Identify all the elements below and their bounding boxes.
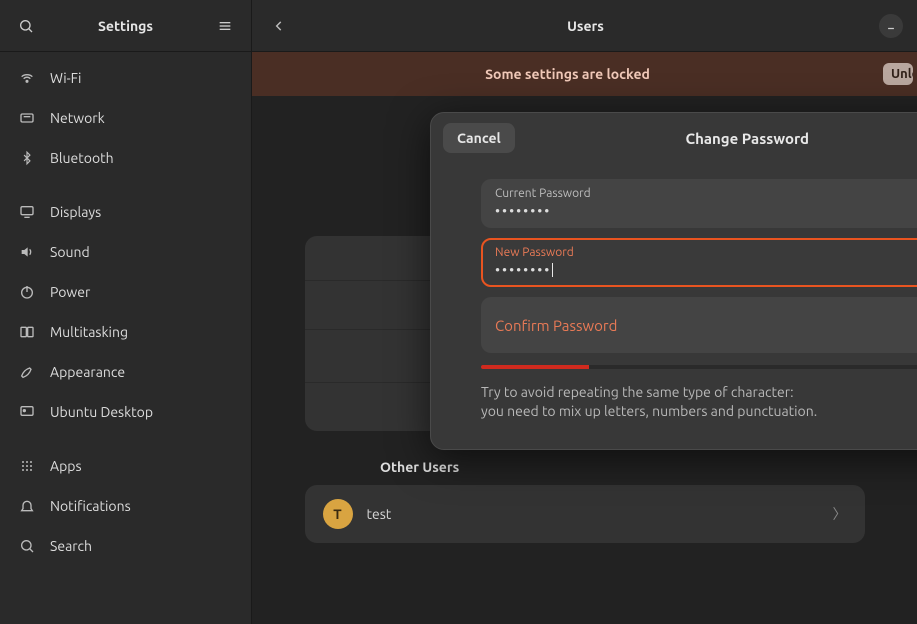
sidebar-menu-button[interactable] <box>211 12 239 40</box>
multitask-icon <box>18 323 36 341</box>
hamburger-icon <box>217 18 233 34</box>
current-password-field[interactable]: Current Password •••••••• <box>481 179 917 228</box>
sidebar-item-bluetooth[interactable]: Bluetooth <box>0 138 251 178</box>
settings-sidebar: Settings Wi-Fi Network Bluetooth Display… <box>0 0 252 624</box>
password-strength-bar <box>481 365 917 369</box>
new-password-field[interactable]: New Password •••••••• <box>481 238 917 287</box>
sidebar-item-apps[interactable]: Apps <box>0 446 251 486</box>
sidebar-item-label: Search <box>50 538 92 554</box>
bluetooth-icon <box>18 149 36 167</box>
sidebar-item-label: Multitasking <box>50 324 128 340</box>
text-caret <box>552 263 553 277</box>
sidebar-item-multitasking[interactable]: Multitasking <box>0 312 251 352</box>
sidebar-header: Settings <box>0 0 251 52</box>
search-icon <box>18 537 36 555</box>
sidebar-item-label: Sound <box>50 244 90 260</box>
password-hint: Try to avoid repeating the same type of … <box>481 383 917 421</box>
sidebar-search-button[interactable] <box>12 12 40 40</box>
ubuntu-icon <box>18 403 36 421</box>
appearance-icon <box>18 363 36 381</box>
sidebar-item-wifi[interactable]: Wi-Fi <box>0 58 251 98</box>
sidebar-item-notifications[interactable]: Notifications <box>0 486 251 526</box>
network-icon <box>18 109 36 127</box>
change-password-dialog: Cancel Change Password Change Current Pa… <box>430 112 917 450</box>
sidebar-item-label: Ubuntu Desktop <box>50 404 153 420</box>
sidebar-item-network[interactable]: Network <box>0 98 251 138</box>
sidebar-item-label: Notifications <box>50 498 131 514</box>
confirm-password-label: Confirm Password <box>495 317 917 334</box>
confirm-password-field[interactable]: Confirm Password <box>481 297 917 353</box>
sidebar-list: Wi-Fi Network Bluetooth Displays Sound <box>0 52 251 624</box>
sidebar-item-label: Apps <box>50 458 82 474</box>
sidebar-item-label: Bluetooth <box>50 150 114 166</box>
sidebar-item-displays[interactable]: Displays <box>0 192 251 232</box>
wifi-icon <box>18 69 36 87</box>
dialog-header: Cancel Change Password Change <box>431 113 917 163</box>
sidebar-item-label: Wi-Fi <box>50 70 81 86</box>
apps-icon <box>18 457 36 475</box>
sidebar-item-label: Power <box>50 284 90 300</box>
sidebar-item-appearance[interactable]: Appearance <box>0 352 251 392</box>
sidebar-item-ubuntu-desktop[interactable]: Ubuntu Desktop <box>0 392 251 432</box>
password-strength-fill <box>481 365 589 369</box>
sidebar-item-label: Network <box>50 110 105 126</box>
dialog-title: Change Password <box>515 130 917 147</box>
current-password-value: •••••••• <box>495 202 917 220</box>
sidebar-item-sound[interactable]: Sound <box>0 232 251 272</box>
sidebar-item-power[interactable]: Power <box>0 272 251 312</box>
power-icon <box>18 283 36 301</box>
notifications-icon <box>18 497 36 515</box>
main-panel: Users Some settings are locked Unlock ••… <box>252 0 917 624</box>
sound-icon <box>18 243 36 261</box>
search-icon <box>18 18 34 34</box>
new-password-value: •••••••• <box>495 261 917 279</box>
displays-icon <box>18 203 36 221</box>
new-password-label: New Password <box>495 246 917 259</box>
sidebar-item-search[interactable]: Search <box>0 526 251 566</box>
sidebar-item-label: Displays <box>50 204 101 220</box>
sidebar-item-label: Appearance <box>50 364 125 380</box>
sidebar-title: Settings <box>40 18 211 34</box>
current-password-label: Current Password <box>495 187 917 200</box>
cancel-button[interactable]: Cancel <box>443 123 515 153</box>
